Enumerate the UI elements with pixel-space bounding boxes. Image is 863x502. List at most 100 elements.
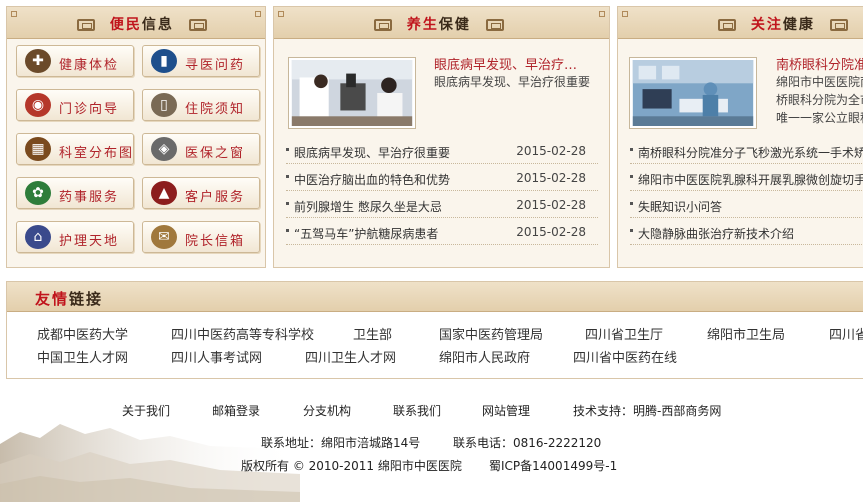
- news-date: 2015-02-28: [516, 225, 586, 239]
- bullet-icon: [630, 175, 633, 178]
- friend-link[interactable]: 卫生部: [353, 324, 392, 343]
- service-button-label: 住院须知: [185, 102, 246, 117]
- copyright-text: 版权所有 © 2010-2011 绵阳市中医医院: [241, 459, 462, 473]
- bullet-icon: [286, 202, 289, 205]
- friend-link[interactable]: 四川人事考试网: [171, 347, 262, 366]
- compass-icon: ◉: [25, 93, 51, 117]
- panel-header: 关注健康: [618, 7, 863, 39]
- friend-link[interactable]: 国家中医药管理局: [439, 324, 543, 343]
- service-button[interactable]: ▯ 住院须知: [142, 89, 260, 121]
- service-button[interactable]: ◉ 门诊向导: [16, 89, 134, 121]
- feature-title[interactable]: 南桥眼科分院准: [776, 54, 863, 73]
- medal-icon: ✿: [25, 181, 51, 205]
- panel-header: 养生保健: [274, 7, 609, 39]
- news-item[interactable]: 失眠知识小问答: [630, 192, 863, 218]
- friend-link[interactable]: 中国卫生人才网: [37, 347, 128, 366]
- service-button[interactable]: ▮ 寻医问药: [142, 45, 260, 77]
- news-title[interactable]: 大隐静脉曲张治疗新技术介绍: [638, 225, 794, 242]
- address-text: 联系地址：绵阳市涪城路14号: [261, 436, 421, 450]
- footer: 关于我们 邮箱登录 分支机构 联系我们 网站管理 技术支持：明腾-西部商务网 联系地址：…: [0, 384, 863, 502]
- bullet-icon: [630, 229, 633, 232]
- pavilion-icon: ⌂: [25, 225, 51, 249]
- news-item[interactable]: 绵阳市中医医院乳腺科开展乳腺微创旋切手术: [630, 165, 863, 191]
- news-item[interactable]: 大隐静脉曲张治疗新技术介绍: [630, 219, 863, 245]
- friend-link[interactable]: 绵阳市卫生局: [707, 324, 785, 343]
- feature-image[interactable]: [288, 57, 416, 129]
- news-title[interactable]: 失眠知识小问答: [638, 198, 722, 215]
- feature-description: 眼底病早发现、早治疗很重要: [434, 75, 591, 89]
- book-icon: ▮: [151, 49, 177, 73]
- news-item[interactable]: 南桥眼科分院准分子飞秒激光系统一手术矫正近视眼: [630, 138, 863, 164]
- service-button[interactable]: ◈ 医保之窗: [142, 133, 260, 165]
- map-scroll-icon: ▦: [25, 137, 51, 161]
- news-item[interactable]: “五驾马车”护航糖尿病患者 2015-02-28: [286, 219, 598, 245]
- service-button-label: 药事服务: [59, 190, 120, 205]
- friend-link[interactable]: 绵阳市人民政府: [439, 347, 530, 366]
- decor-icon: [485, 19, 504, 31]
- news-title[interactable]: “五驾马车”护航糖尿病患者: [294, 225, 438, 242]
- footer-nav-link[interactable]: 关于我们: [122, 402, 170, 419]
- friend-links-panel: 友情链接 成都中医药大学 四川中医药高等专科学校 卫生部 国家中医药管理局 四川省卫生厅…: [6, 281, 863, 379]
- feature-title[interactable]: 眼底病早发现、早治疗…: [434, 54, 606, 73]
- bullet-icon: [286, 229, 289, 232]
- service-button-label: 科室分布图: [59, 146, 135, 161]
- links-header: 友情链接: [7, 282, 863, 312]
- panel-title-accent: 养生: [406, 17, 439, 33]
- service-button-label: 客户服务: [185, 190, 246, 205]
- news-item[interactable]: 前列腺增生 憋尿久坐是大忌 2015-02-28: [286, 192, 598, 218]
- health-care-panel: 养生保健 眼底病早发现、早治疗… 眼底病早发现、早治疗很重要 眼底病早发现、早治…: [273, 6, 610, 268]
- tech-support-text[interactable]: 技术支持：明腾-西部商务网: [573, 402, 721, 419]
- icp-text[interactable]: 蜀ICP备14001499号-1: [489, 457, 617, 474]
- bullet-icon: [630, 202, 633, 205]
- panel-title: 信息: [141, 17, 174, 33]
- service-button-label: 院长信箱: [185, 234, 246, 249]
- service-button[interactable]: ▦ 科室分布图: [16, 133, 134, 165]
- news-item[interactable]: 中医治疗脑出血的特色和优势 2015-02-28: [286, 165, 598, 191]
- convenience-info-panel: 便民信息 ✚ 健康体检 ▮ 寻医问药 ◉ 门诊向导 ▯ 住院须知 ▦ 科室分布图 ◈ 医保之窗 ✿ 药事服…: [6, 6, 266, 268]
- service-button[interactable]: ▲ 客户服务: [142, 177, 260, 209]
- news-title[interactable]: 眼底病早发现、早治疗很重要: [294, 144, 450, 161]
- service-button[interactable]: ✿ 药事服务: [16, 177, 134, 209]
- letter-icon: ✉: [151, 225, 177, 249]
- news-title[interactable]: 绵阳市中医医院乳腺科开展乳腺微创旋切手术: [638, 171, 863, 188]
- panel-title: 保健: [438, 17, 471, 33]
- decor-icon: [374, 19, 392, 31]
- feature-image[interactable]: [629, 57, 757, 129]
- decor-icon: [188, 19, 207, 31]
- news-item[interactable]: 眼底病早发现、早治疗很重要 2015-02-28: [286, 138, 598, 164]
- phone-text: 联系电话：0816-2222120: [453, 436, 602, 450]
- decor-icon: [829, 19, 848, 31]
- footer-nav-link[interactable]: 网站管理: [482, 402, 530, 419]
- friend-link[interactable]: 成都中医药大学: [37, 324, 128, 343]
- hat-icon: ▲: [151, 181, 177, 205]
- stethoscope-icon: ✚: [25, 49, 51, 73]
- friend-link[interactable]: 四川省中医药在线: [573, 347, 677, 366]
- bullet-icon: [286, 148, 289, 151]
- panel-title-accent: 关注: [750, 17, 783, 33]
- news-title[interactable]: 南桥眼科分院准分子飞秒激光系统一手术矫正近视眼: [638, 144, 863, 161]
- service-button-label: 护理天地: [59, 234, 120, 249]
- news-date: 2015-02-28: [516, 144, 586, 158]
- service-button[interactable]: ⌂ 护理天地: [16, 221, 134, 253]
- decor-icon: [718, 19, 736, 31]
- bullet-icon: [286, 175, 289, 178]
- focus-health-panel: 关注健康 南桥眼科分院准 绵阳市中医医院南桥眼科分院为全市唯一一家公立眼科专科医…: [617, 6, 863, 268]
- friend-link[interactable]: 四川省卫生厅: [585, 324, 663, 343]
- service-button-label: 医保之窗: [185, 146, 246, 161]
- links-title-accent: 友情: [35, 290, 70, 308]
- service-button[interactable]: ✉ 院长信箱: [142, 221, 260, 253]
- service-button-label: 健康体检: [59, 58, 120, 73]
- service-button[interactable]: ✚ 健康体检: [16, 45, 134, 77]
- news-title[interactable]: 前列腺增生 憋尿久坐是大忌: [294, 198, 442, 215]
- footer-nav-link[interactable]: 联系我们: [393, 402, 441, 419]
- news-title[interactable]: 中医治疗脑出血的特色和优势: [294, 171, 450, 188]
- panel-header: 便民信息: [7, 7, 265, 39]
- friend-link[interactable]: 四川中医药高等专科学校: [171, 324, 314, 343]
- friend-link[interactable]: 四川卫生人才网: [305, 347, 396, 366]
- footer-nav-link[interactable]: 分支机构: [303, 402, 351, 419]
- friend-link[interactable]: 四川省: [829, 324, 863, 343]
- feature-description: 绵阳市中医医院南桥眼科分院为全市唯一一家公立眼科专科医院，建院已有20: [776, 75, 863, 125]
- medicine-bottle-icon: ▯: [151, 93, 177, 117]
- footer-nav-link[interactable]: 邮箱登录: [212, 402, 260, 419]
- links-title: 链接: [69, 290, 104, 308]
